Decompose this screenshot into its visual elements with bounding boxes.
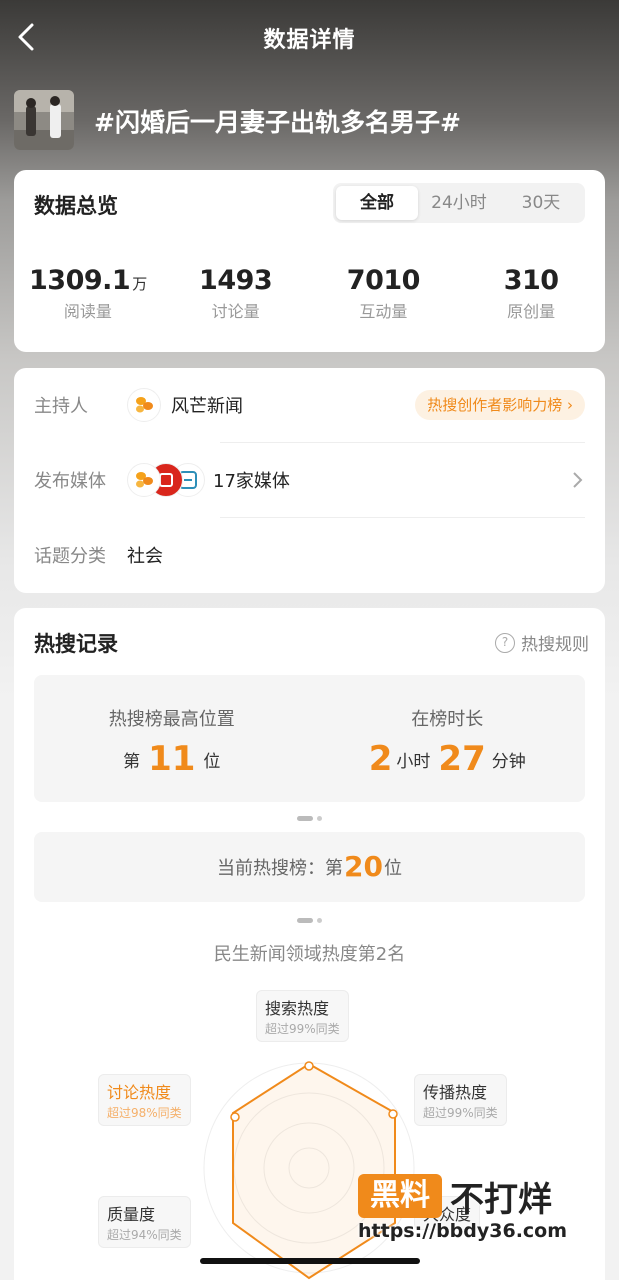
host-logo-icon bbox=[127, 388, 161, 422]
media-logo-icon bbox=[127, 463, 161, 497]
home-indicator[interactable] bbox=[200, 1258, 420, 1264]
watermark-url: https://bbdy36.com bbox=[358, 1220, 568, 1242]
current-rank-value: 20 bbox=[344, 850, 383, 883]
category-row: 话题分类 社会 bbox=[34, 518, 585, 593]
stat-value: 1309.1 bbox=[29, 265, 131, 296]
current-prefix: 当前热搜榜：第 bbox=[217, 858, 344, 879]
category-label: 话题分类 bbox=[34, 546, 106, 567]
media-count: 17家媒体 bbox=[213, 471, 290, 492]
on-list-duration: 在榜时长 2 小时 27 分钟 bbox=[310, 675, 586, 802]
tag-sub: 超过94%同类 bbox=[107, 1228, 182, 1242]
stat-originals: 310 原创量 bbox=[457, 265, 605, 322]
tag-title: 搜索热度 bbox=[265, 999, 330, 1018]
tag-title: 质量度 bbox=[107, 1205, 156, 1224]
peak-position: 热搜榜最高位置 第 11 位 bbox=[34, 675, 310, 802]
stat-unit: 万 bbox=[132, 275, 147, 293]
host-label: 主持人 bbox=[34, 396, 88, 417]
duration-label: 在榜时长 bbox=[411, 709, 484, 730]
page-indicator bbox=[14, 910, 605, 923]
stat-label: 互动量 bbox=[359, 302, 408, 321]
duration-hours: 2 bbox=[368, 739, 393, 779]
watermark-brand: 不打烊 bbox=[450, 1180, 552, 1220]
peak-prefix: 第 bbox=[123, 752, 141, 772]
stat-reads: 1309.1 万 阅读量 bbox=[14, 265, 162, 322]
current-rank-panel: 当前热搜榜：第20位 bbox=[34, 832, 585, 902]
tab-30d[interactable]: 30天 bbox=[500, 186, 582, 220]
host-name[interactable]: 风芒新闻 bbox=[171, 392, 243, 418]
stat-discussions: 1493 讨论量 bbox=[162, 265, 310, 322]
question-icon: ? bbox=[495, 632, 515, 653]
stat-interactions: 7010 互动量 bbox=[310, 265, 458, 322]
tab-all[interactable]: 全部 bbox=[336, 186, 418, 220]
nav-bar: 数据详情 bbox=[0, 0, 619, 76]
tag-sub: 超过99%同类 bbox=[423, 1106, 498, 1120]
rules-label: 热搜规则 bbox=[521, 635, 589, 655]
hours-unit: 小时 bbox=[396, 752, 431, 772]
watermark: 黑料 不打烊 https://bbdy36.com bbox=[358, 1170, 588, 1250]
current-suffix: 位 bbox=[383, 858, 402, 879]
peak-suffix: 位 bbox=[203, 752, 221, 772]
stats-row: 1309.1 万 阅读量 1493 讨论量 7010 互动量 310 原创量 bbox=[14, 265, 605, 322]
radar-tag-quality: 质量度 超过94%同类 bbox=[98, 1196, 191, 1248]
radar-tag-discussion: 讨论热度 超过98%同类 bbox=[98, 1074, 191, 1126]
stat-value: 7010 bbox=[346, 265, 421, 296]
duration-minutes: 27 bbox=[438, 739, 486, 779]
minutes-unit: 分钟 bbox=[491, 752, 526, 772]
category-value: 社会 bbox=[127, 546, 163, 567]
tag-title: 传播热度 bbox=[423, 1083, 488, 1102]
hot-search-rules-link[interactable]: ? 热搜规则 bbox=[495, 630, 589, 655]
peak-value: 11 bbox=[148, 739, 196, 779]
tab-24h[interactable]: 24小时 bbox=[418, 186, 500, 220]
page-indicator bbox=[14, 808, 605, 821]
radar-tag-spread: 传播热度 超过99%同类 bbox=[414, 1074, 507, 1126]
tag-title: 讨论热度 bbox=[107, 1083, 172, 1102]
ranking-panel: 热搜榜最高位置 第 11 位 在榜时长 2 小时 27 分钟 bbox=[34, 675, 585, 802]
topic-thumbnail bbox=[14, 90, 74, 150]
time-range-segmented-control: 全部 24小时 30天 bbox=[333, 183, 585, 223]
watermark-logo-box: 黑料 bbox=[358, 1174, 442, 1218]
page-title: 数据详情 bbox=[263, 28, 356, 53]
stat-label: 阅读量 bbox=[63, 302, 112, 321]
influence-rank-badge[interactable]: 热搜创作者影响力榜 › bbox=[415, 390, 585, 420]
stat-label: 讨论量 bbox=[211, 302, 260, 321]
topic-info-card: 主持人 风芒新闻 热搜创作者影响力榜 › 发布媒体 17家媒体 话题分类 社会 bbox=[14, 368, 605, 593]
stat-label: 原创量 bbox=[507, 302, 556, 321]
overview-title: 数据总览 bbox=[34, 194, 118, 218]
radar-caption: 民生新闻领域热度第2名 bbox=[213, 944, 406, 965]
stat-value: 1493 bbox=[199, 265, 273, 296]
topic-header: #闪婚后一月妻子出轨多名男子# bbox=[14, 90, 604, 150]
tag-sub: 超过98%同类 bbox=[107, 1106, 182, 1120]
topic-title: #闪婚后一月妻子出轨多名男子# bbox=[94, 108, 461, 137]
overview-card: 数据总览 全部 24小时 30天 1309.1 万 阅读量 1493 讨论量 70… bbox=[14, 170, 605, 352]
host-row: 主持人 风芒新闻 热搜创作者影响力榜 › bbox=[34, 368, 585, 443]
media-label: 发布媒体 bbox=[34, 471, 106, 492]
media-row[interactable]: 发布媒体 17家媒体 bbox=[34, 443, 585, 518]
radar-tag-search: 搜索热度 超过99%同类 bbox=[256, 990, 349, 1042]
hot-search-title: 热搜记录 bbox=[34, 632, 118, 656]
stat-value: 310 bbox=[503, 265, 559, 296]
peak-label: 热搜榜最高位置 bbox=[108, 709, 235, 730]
tag-sub: 超过99%同类 bbox=[265, 1022, 340, 1036]
chevron-right-icon[interactable] bbox=[571, 469, 585, 491]
